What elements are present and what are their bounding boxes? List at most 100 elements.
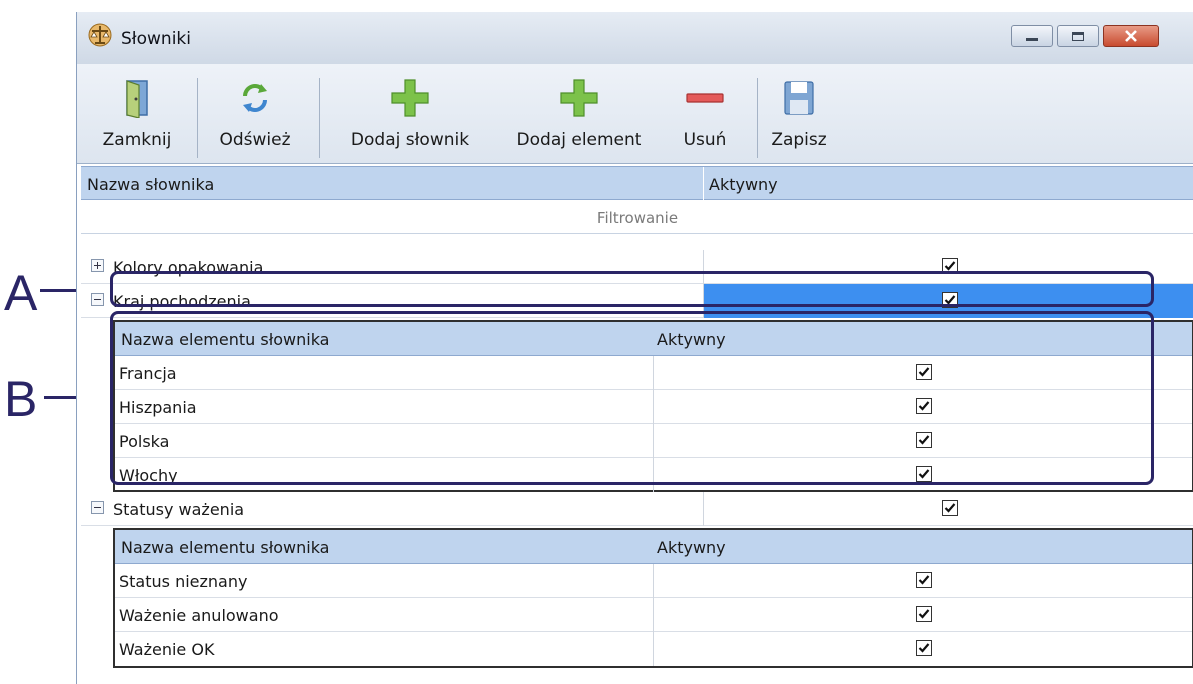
- element-active-checkbox[interactable]: [916, 606, 932, 622]
- door-icon: [126, 80, 148, 118]
- element-name: Polska: [119, 432, 170, 451]
- element-row[interactable]: Status nieznany: [115, 564, 1192, 598]
- element-active-checkbox[interactable]: [916, 572, 932, 588]
- minimize-button[interactable]: [1011, 25, 1053, 47]
- column-divider: [653, 598, 654, 632]
- collapse-icon[interactable]: [91, 293, 104, 306]
- dictionary-elements-table: Nazwa elementu słownika Aktywny Status n…: [113, 528, 1193, 668]
- add-dictionary-button[interactable]: Dodaj słownik: [335, 74, 485, 160]
- save-icon: [784, 81, 814, 115]
- element-name: Francja: [119, 364, 177, 383]
- delete-label: Usuń: [683, 130, 727, 150]
- column-divider: [653, 458, 654, 492]
- checkmark-icon: [918, 435, 930, 445]
- collapse-icon[interactable]: [91, 501, 104, 514]
- toolbar: Zamknij Odśwież Dodaj słownik Dodaj elem…: [77, 64, 1193, 164]
- refresh-label: Odśwież: [219, 130, 291, 150]
- element-name: Ważenie anulowano: [119, 606, 279, 625]
- column-divider: [703, 167, 704, 200]
- element-active-checkbox[interactable]: [916, 364, 932, 380]
- dictionary-row[interactable]: Statusy ważenia: [81, 492, 1193, 526]
- detail-header: Nazwa elementu słownika Aktywny: [115, 530, 1192, 564]
- column-header-element-name[interactable]: Nazwa elementu słownika: [121, 330, 329, 349]
- close-icon: [1125, 30, 1137, 42]
- checkmark-icon: [918, 469, 930, 479]
- filter-placeholder: Filtrowanie: [596, 209, 679, 227]
- column-header-element-active[interactable]: Aktywny: [657, 330, 726, 349]
- filter-row[interactable]: Filtrowanie: [81, 200, 1193, 234]
- checkmark-icon: [944, 261, 956, 271]
- dictionary-row[interactable]: Kolory opakowania: [81, 250, 1193, 284]
- save-button[interactable]: Zapisz: [763, 74, 835, 160]
- element-name: Włochy: [119, 466, 178, 485]
- save-label: Zapisz: [771, 130, 827, 150]
- toolbar-separator: [197, 78, 198, 158]
- element-name: Status nieznany: [119, 572, 248, 591]
- column-header-element-active[interactable]: Aktywny: [657, 538, 726, 557]
- checkmark-icon: [918, 367, 930, 377]
- callout-label-b: B: [4, 371, 38, 427]
- close-dictionary-button[interactable]: Zamknij: [91, 74, 183, 160]
- element-row[interactable]: Ważenie anulowano: [115, 598, 1192, 632]
- grid-header: Nazwa słownika Aktywny: [81, 166, 1193, 200]
- minus-icon: [686, 93, 724, 103]
- element-active-checkbox[interactable]: [916, 432, 932, 448]
- refresh-button[interactable]: Odśwież: [205, 74, 305, 160]
- column-divider: [653, 632, 654, 666]
- checkmark-icon: [918, 401, 930, 411]
- element-name: Hiszpania: [119, 398, 197, 417]
- scales-icon: [88, 23, 112, 47]
- add-dictionary-label: Dodaj słownik: [350, 130, 470, 150]
- plus-icon: [560, 79, 598, 117]
- close-button[interactable]: [1103, 25, 1159, 47]
- column-divider: [703, 284, 704, 318]
- element-active-checkbox[interactable]: [916, 640, 932, 656]
- column-header-element-name[interactable]: Nazwa elementu słownika: [121, 538, 329, 557]
- dictionaries-grid: Nazwa słownika Aktywny Filtrowanie Kolor…: [81, 166, 1193, 684]
- checkmark-icon: [918, 643, 930, 653]
- active-checkbox[interactable]: [942, 500, 958, 516]
- element-row[interactable]: Polska: [115, 424, 1192, 458]
- dictionary-name: Kolory opakowania: [113, 258, 264, 277]
- column-divider: [653, 356, 654, 390]
- callout-label-a: A: [4, 265, 38, 321]
- element-row[interactable]: Hiszpania: [115, 390, 1192, 424]
- minimize-icon: [1026, 38, 1038, 41]
- element-row[interactable]: Ważenie OK: [115, 632, 1192, 666]
- window-title: Słowniki: [121, 29, 191, 49]
- close-dictionary-label: Zamknij: [102, 130, 172, 150]
- maximize-button[interactable]: [1057, 25, 1099, 47]
- plus-icon: [391, 79, 429, 117]
- detail-header: Nazwa elementu słownika Aktywny: [115, 322, 1192, 356]
- dictionary-elements-table: Nazwa elementu słownika Aktywny Francja …: [113, 320, 1193, 492]
- column-header-name[interactable]: Nazwa słownika: [87, 175, 214, 194]
- checkmark-icon: [918, 609, 930, 619]
- toolbar-separator: [319, 78, 320, 158]
- column-divider: [653, 424, 654, 458]
- element-active-checkbox[interactable]: [916, 466, 932, 482]
- toolbar-separator: [757, 78, 758, 158]
- element-active-checkbox[interactable]: [916, 398, 932, 414]
- column-header-active[interactable]: Aktywny: [709, 175, 778, 194]
- add-element-button[interactable]: Dodaj element: [497, 74, 661, 160]
- dictionary-row-selected[interactable]: Kraj pochodzenia: [81, 284, 1193, 318]
- title-bar: Słowniki: [77, 12, 1193, 64]
- checkmark-icon: [944, 295, 956, 305]
- column-divider: [653, 564, 654, 598]
- element-row[interactable]: Włochy: [115, 458, 1192, 492]
- dictionaries-window: Słowniki Zamknij Odśwież Dodaj słownik D…: [76, 12, 1193, 684]
- restore-icon: [1072, 32, 1084, 41]
- checkmark-icon: [944, 503, 956, 513]
- refresh-icon: [243, 84, 267, 112]
- dictionary-name: Statusy ważenia: [113, 500, 245, 519]
- column-divider: [703, 250, 704, 284]
- expand-icon[interactable]: [91, 259, 104, 272]
- checkmark-icon: [918, 575, 930, 585]
- element-name: Ważenie OK: [119, 640, 215, 659]
- column-divider: [653, 390, 654, 424]
- active-checkbox[interactable]: [942, 258, 958, 274]
- element-row[interactable]: Francja: [115, 356, 1192, 390]
- add-element-label: Dodaj element: [516, 130, 642, 150]
- delete-button[interactable]: Usuń: [673, 74, 737, 160]
- active-checkbox[interactable]: [942, 292, 958, 308]
